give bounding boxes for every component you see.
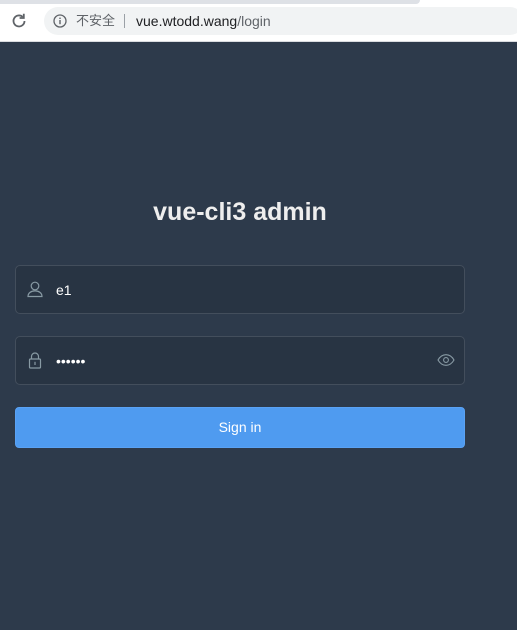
browser-toolbar: 不安全 vue.wtodd.wang/login bbox=[0, 0, 517, 42]
sign-in-button[interactable]: Sign in bbox=[15, 407, 465, 448]
username-field[interactable] bbox=[15, 265, 465, 314]
security-label[interactable]: 不安全 bbox=[76, 13, 115, 29]
info-icon[interactable] bbox=[53, 14, 67, 28]
password-input[interactable] bbox=[56, 337, 436, 384]
user-icon bbox=[27, 281, 43, 298]
login-page: vue-cli3 admin Sign in bbox=[0, 42, 517, 630]
lock-icon bbox=[28, 352, 42, 369]
url-host: vue.wtodd.wang bbox=[136, 13, 238, 29]
eye-icon[interactable] bbox=[437, 353, 455, 367]
address-separator bbox=[124, 14, 125, 28]
address-bar[interactable]: 不安全 vue.wtodd.wang/login bbox=[44, 7, 517, 35]
username-input[interactable] bbox=[56, 266, 436, 313]
tab-strip bbox=[0, 0, 420, 4]
url-path: /login bbox=[237, 13, 271, 29]
page-title: vue-cli3 admin bbox=[153, 198, 327, 226]
password-field[interactable] bbox=[15, 336, 465, 385]
url-text[interactable]: vue.wtodd.wang/login bbox=[136, 13, 271, 29]
reload-icon[interactable] bbox=[10, 12, 28, 30]
